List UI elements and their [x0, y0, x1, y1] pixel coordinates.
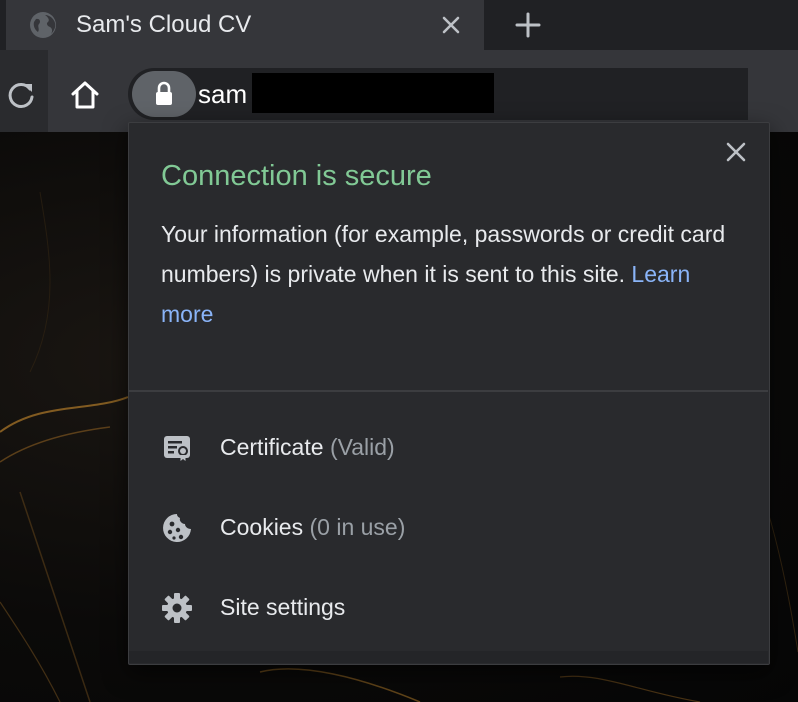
divider [129, 390, 768, 392]
redacted-url [252, 73, 494, 113]
home-icon[interactable] [66, 76, 104, 114]
globe-icon [30, 12, 56, 38]
connection-description: Your information (for example, passwords… [161, 214, 746, 334]
browser-window: Sam's Cloud CV sam Connection is secure … [0, 0, 798, 702]
plus-icon[interactable] [512, 9, 544, 41]
certificate-text: Certificate [220, 434, 324, 460]
popup-footer [129, 651, 768, 663]
close-icon[interactable] [438, 12, 464, 38]
url-text[interactable]: sam [198, 79, 247, 109]
cookies-text: Cookies [220, 514, 304, 540]
close-icon[interactable] [724, 140, 748, 164]
cookies-label: Cookies (0 in use) [220, 513, 405, 541]
site-settings-item[interactable]: Site settings [129, 571, 748, 643]
tab-title: Sam's Cloud CV [76, 11, 252, 38]
cookies-count: (0 in use) [309, 514, 406, 540]
certificate-icon [164, 436, 190, 461]
site-settings-label: Site settings [220, 593, 345, 621]
connection-status-title: Connection is secure [161, 160, 432, 192]
gear-icon [162, 593, 192, 623]
cookies-item[interactable]: Cookies (0 in use) [129, 491, 748, 563]
lock-icon [156, 81, 172, 105]
certificate-item[interactable]: Certificate (Valid) [129, 411, 748, 483]
reload-icon[interactable] [4, 78, 38, 112]
certificate-status: (Valid) [329, 434, 395, 460]
certificate-label: Certificate (Valid) [220, 433, 395, 461]
cookie-icon [163, 514, 191, 542]
site-settings-text: Site settings [220, 594, 346, 620]
